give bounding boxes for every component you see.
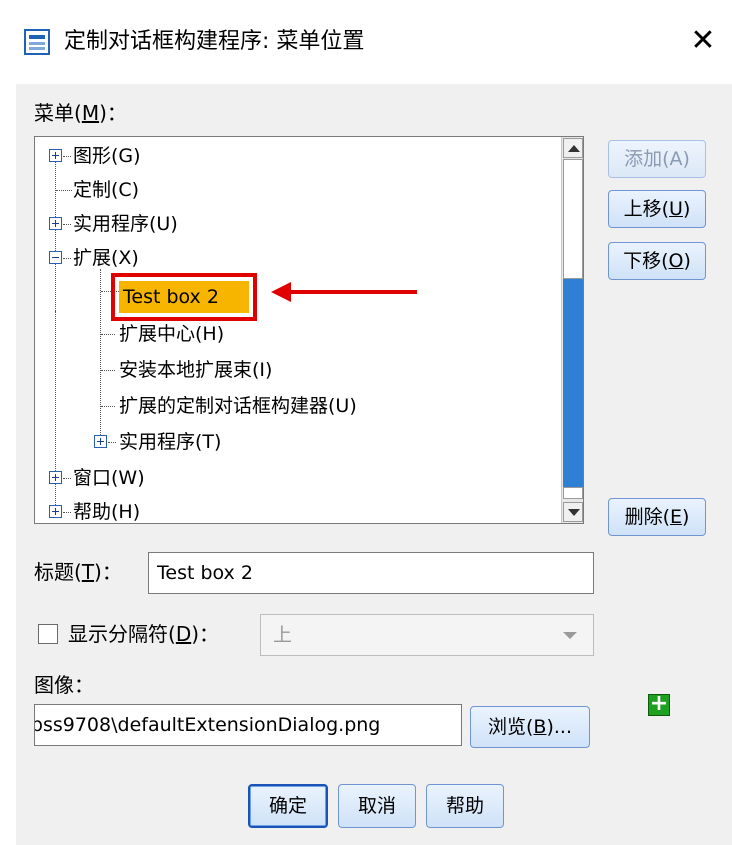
tree-item-extension-hub[interactable]: 扩展中心(H) <box>119 317 224 351</box>
dialog-body: 菜单(M)： 图形(G) 定制(C) 实用程序(U) 扩展(X) Test bo… <box>16 84 732 845</box>
collapse-extensions-icon[interactable] <box>49 251 62 264</box>
help-button[interactable]: 帮助 <box>426 784 504 828</box>
expand-help-icon[interactable] <box>49 505 62 518</box>
separator-label: 显示分隔符(D)： <box>68 622 220 646</box>
tree-item-window[interactable]: 窗口(W) <box>73 461 145 495</box>
browse-button[interactable]: 浏览(B)... <box>470 706 590 748</box>
image-path-input[interactable]: spss9708\defaultExtensionDialog.png <box>34 704 462 746</box>
close-icon[interactable]: ✕ <box>688 26 718 56</box>
title-input[interactable]: Test box 2 <box>148 552 594 594</box>
tree-item-dialog-builder[interactable]: 扩展的定制对话框构建器(U) <box>119 389 357 423</box>
move-up-button[interactable]: 上移(U) <box>608 190 706 228</box>
tree-scrollbar[interactable] <box>561 137 583 523</box>
tree-item-help[interactable]: 帮助(H) <box>73 495 140 523</box>
arrow-annotation-icon <box>271 282 417 302</box>
move-down-button[interactable]: 下移(O) <box>608 242 706 280</box>
separator-checkbox[interactable] <box>38 624 58 644</box>
menu-tree[interactable]: 图形(G) 定制(C) 实用程序(U) 扩展(X) Test box 2 扩展中… <box>34 136 584 524</box>
scroll-down-button[interactable] <box>563 502 583 522</box>
selected-item-highlight[interactable]: Test box 2 <box>111 273 257 321</box>
expand-window-icon[interactable] <box>49 471 62 484</box>
tree-item-utilities[interactable]: 实用程序(U) <box>73 207 178 241</box>
ok-button[interactable]: 确定 <box>248 784 328 828</box>
image-label: 图像： <box>34 673 94 697</box>
tree-item-sub-utilities[interactable]: 实用程序(T) <box>119 425 221 459</box>
scroll-up-button[interactable] <box>563 138 583 158</box>
add-button[interactable]: 添加(A) <box>608 140 706 178</box>
title-label: 标题(T)： <box>34 560 122 584</box>
expand-sub-utilities-icon[interactable] <box>94 435 107 448</box>
scroll-track[interactable] <box>563 279 583 487</box>
tree-item-test-box[interactable]: Test box 2 <box>119 281 249 313</box>
menu-label: 菜单(M)： <box>34 101 127 125</box>
expand-graphics-icon[interactable] <box>49 149 62 162</box>
scroll-track-end[interactable] <box>563 487 583 499</box>
tree-item-extensions[interactable]: 扩展(X) <box>73 241 139 275</box>
separator-position-select[interactable]: 上 <box>260 614 594 656</box>
tree-item-custom[interactable]: 定制(C) <box>73 173 139 207</box>
cancel-button[interactable]: 取消 <box>338 784 416 828</box>
chevron-down-icon <box>563 632 577 639</box>
expand-utilities-icon[interactable] <box>49 217 62 230</box>
tree-item-install-bundle[interactable]: 安装本地扩展束(I) <box>119 353 272 387</box>
title-bar: 定制对话框构建程序: 菜单位置 ✕ <box>0 0 732 84</box>
dialog-form-icon <box>24 29 50 55</box>
scroll-thumb[interactable] <box>563 159 583 279</box>
tree-item-graphics[interactable]: 图形(G) <box>73 139 141 173</box>
delete-button[interactable]: 删除(E) <box>608 498 706 536</box>
add-image-icon[interactable]: + <box>648 693 670 716</box>
window-title: 定制对话框构建程序: 菜单位置 <box>64 29 365 54</box>
